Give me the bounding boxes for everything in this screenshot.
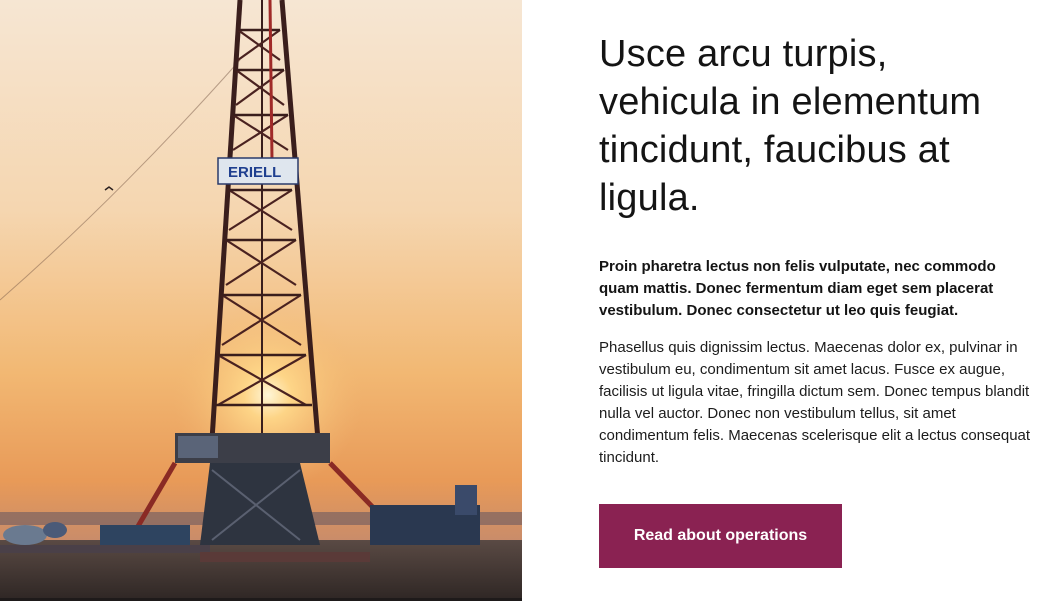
body-paragraph: Phasellus quis dignissim lectus. Maecena… [599,339,1031,466]
read-about-operations-button[interactable]: Read about operations [599,504,842,568]
section-heading: Usce arcu turpis, vehicula in elementum … [599,33,982,219]
hero-photo: ERIELL [0,0,522,601]
content-section: ERIELL Usce arcu turpis, vehicula in ele… [0,0,1042,601]
lead-paragraph: Proin pharetra lectus non felis vulputat… [599,258,996,319]
rig-sign-text: ERIELL [228,164,281,181]
text-column: Usce arcu turpis, vehicula in elementum … [599,30,1035,568]
